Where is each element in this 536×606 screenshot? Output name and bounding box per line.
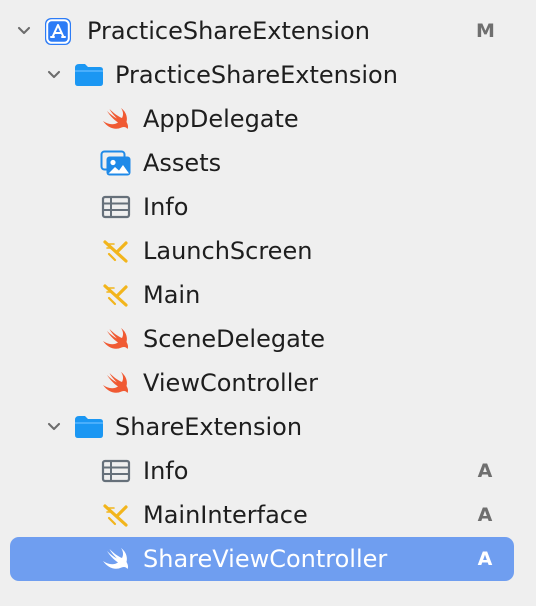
chevron-down-icon[interactable] <box>46 419 62 435</box>
navigator-row-file[interactable]: Main <box>0 273 536 317</box>
navigator-row-file[interactable]: SceneDelegate <box>0 317 536 361</box>
chevron-down-icon[interactable] <box>16 23 32 39</box>
navigator-row-file[interactable]: LaunchScreen <box>0 229 536 273</box>
navigator-row-file[interactable]: Assets <box>0 141 536 185</box>
swift-icon <box>101 545 131 573</box>
chevron-down-icon[interactable] <box>46 67 62 83</box>
navigator-row-file[interactable]: AppDelegate <box>0 97 536 141</box>
navigator-item-label: LaunchScreen <box>143 237 313 265</box>
source-control-status-badge: A <box>477 504 493 526</box>
folder-icon <box>73 62 103 90</box>
storyboard-icon <box>102 501 132 529</box>
source-control-status-badge: A <box>477 548 493 570</box>
navigator-item-label: ShareViewController <box>143 545 388 573</box>
swift-icon <box>101 325 131 353</box>
source-control-status-badge: M <box>476 20 495 42</box>
plist-icon <box>101 457 131 485</box>
navigator-item-label: Main <box>143 281 201 309</box>
navigator-item-label: Info <box>143 193 189 221</box>
storyboard-icon <box>102 237 132 265</box>
folder-icon <box>73 414 103 442</box>
navigator-row-file-selected[interactable]: ShareViewController A <box>0 537 536 581</box>
xcode-project-icon <box>43 17 73 45</box>
navigator-row-folder-share-extension[interactable]: ShareExtension <box>0 405 536 449</box>
navigator-item-label: Info <box>143 457 189 485</box>
navigator-row-folder-practice[interactable]: PracticeShareExtension <box>0 53 536 97</box>
navigator-item-label: AppDelegate <box>143 105 299 133</box>
navigator-item-label: PracticeShareExtension <box>87 17 370 45</box>
storyboard-icon <box>102 281 132 309</box>
navigator-row-file[interactable]: ViewController <box>0 361 536 405</box>
project-navigator: PracticeShareExtension M PracticeShareEx… <box>0 0 536 606</box>
navigator-item-label: ShareExtension <box>115 413 303 441</box>
navigator-row-project[interactable]: PracticeShareExtension M <box>0 9 536 53</box>
assets-icon <box>100 149 131 177</box>
navigator-item-label: PracticeShareExtension <box>115 61 398 89</box>
plist-icon <box>101 193 131 221</box>
navigator-item-label: SceneDelegate <box>143 325 325 353</box>
swift-icon <box>101 369 131 397</box>
navigator-row-file[interactable]: Info A <box>0 449 536 493</box>
navigator-item-label: MainInterface <box>143 501 308 529</box>
navigator-item-label: Assets <box>143 149 222 177</box>
navigator-row-file[interactable]: Info <box>0 185 536 229</box>
navigator-item-label: ViewController <box>143 369 319 397</box>
source-control-status-badge: A <box>477 460 493 482</box>
swift-icon <box>101 105 131 133</box>
navigator-row-file[interactable]: MainInterface A <box>0 493 536 537</box>
